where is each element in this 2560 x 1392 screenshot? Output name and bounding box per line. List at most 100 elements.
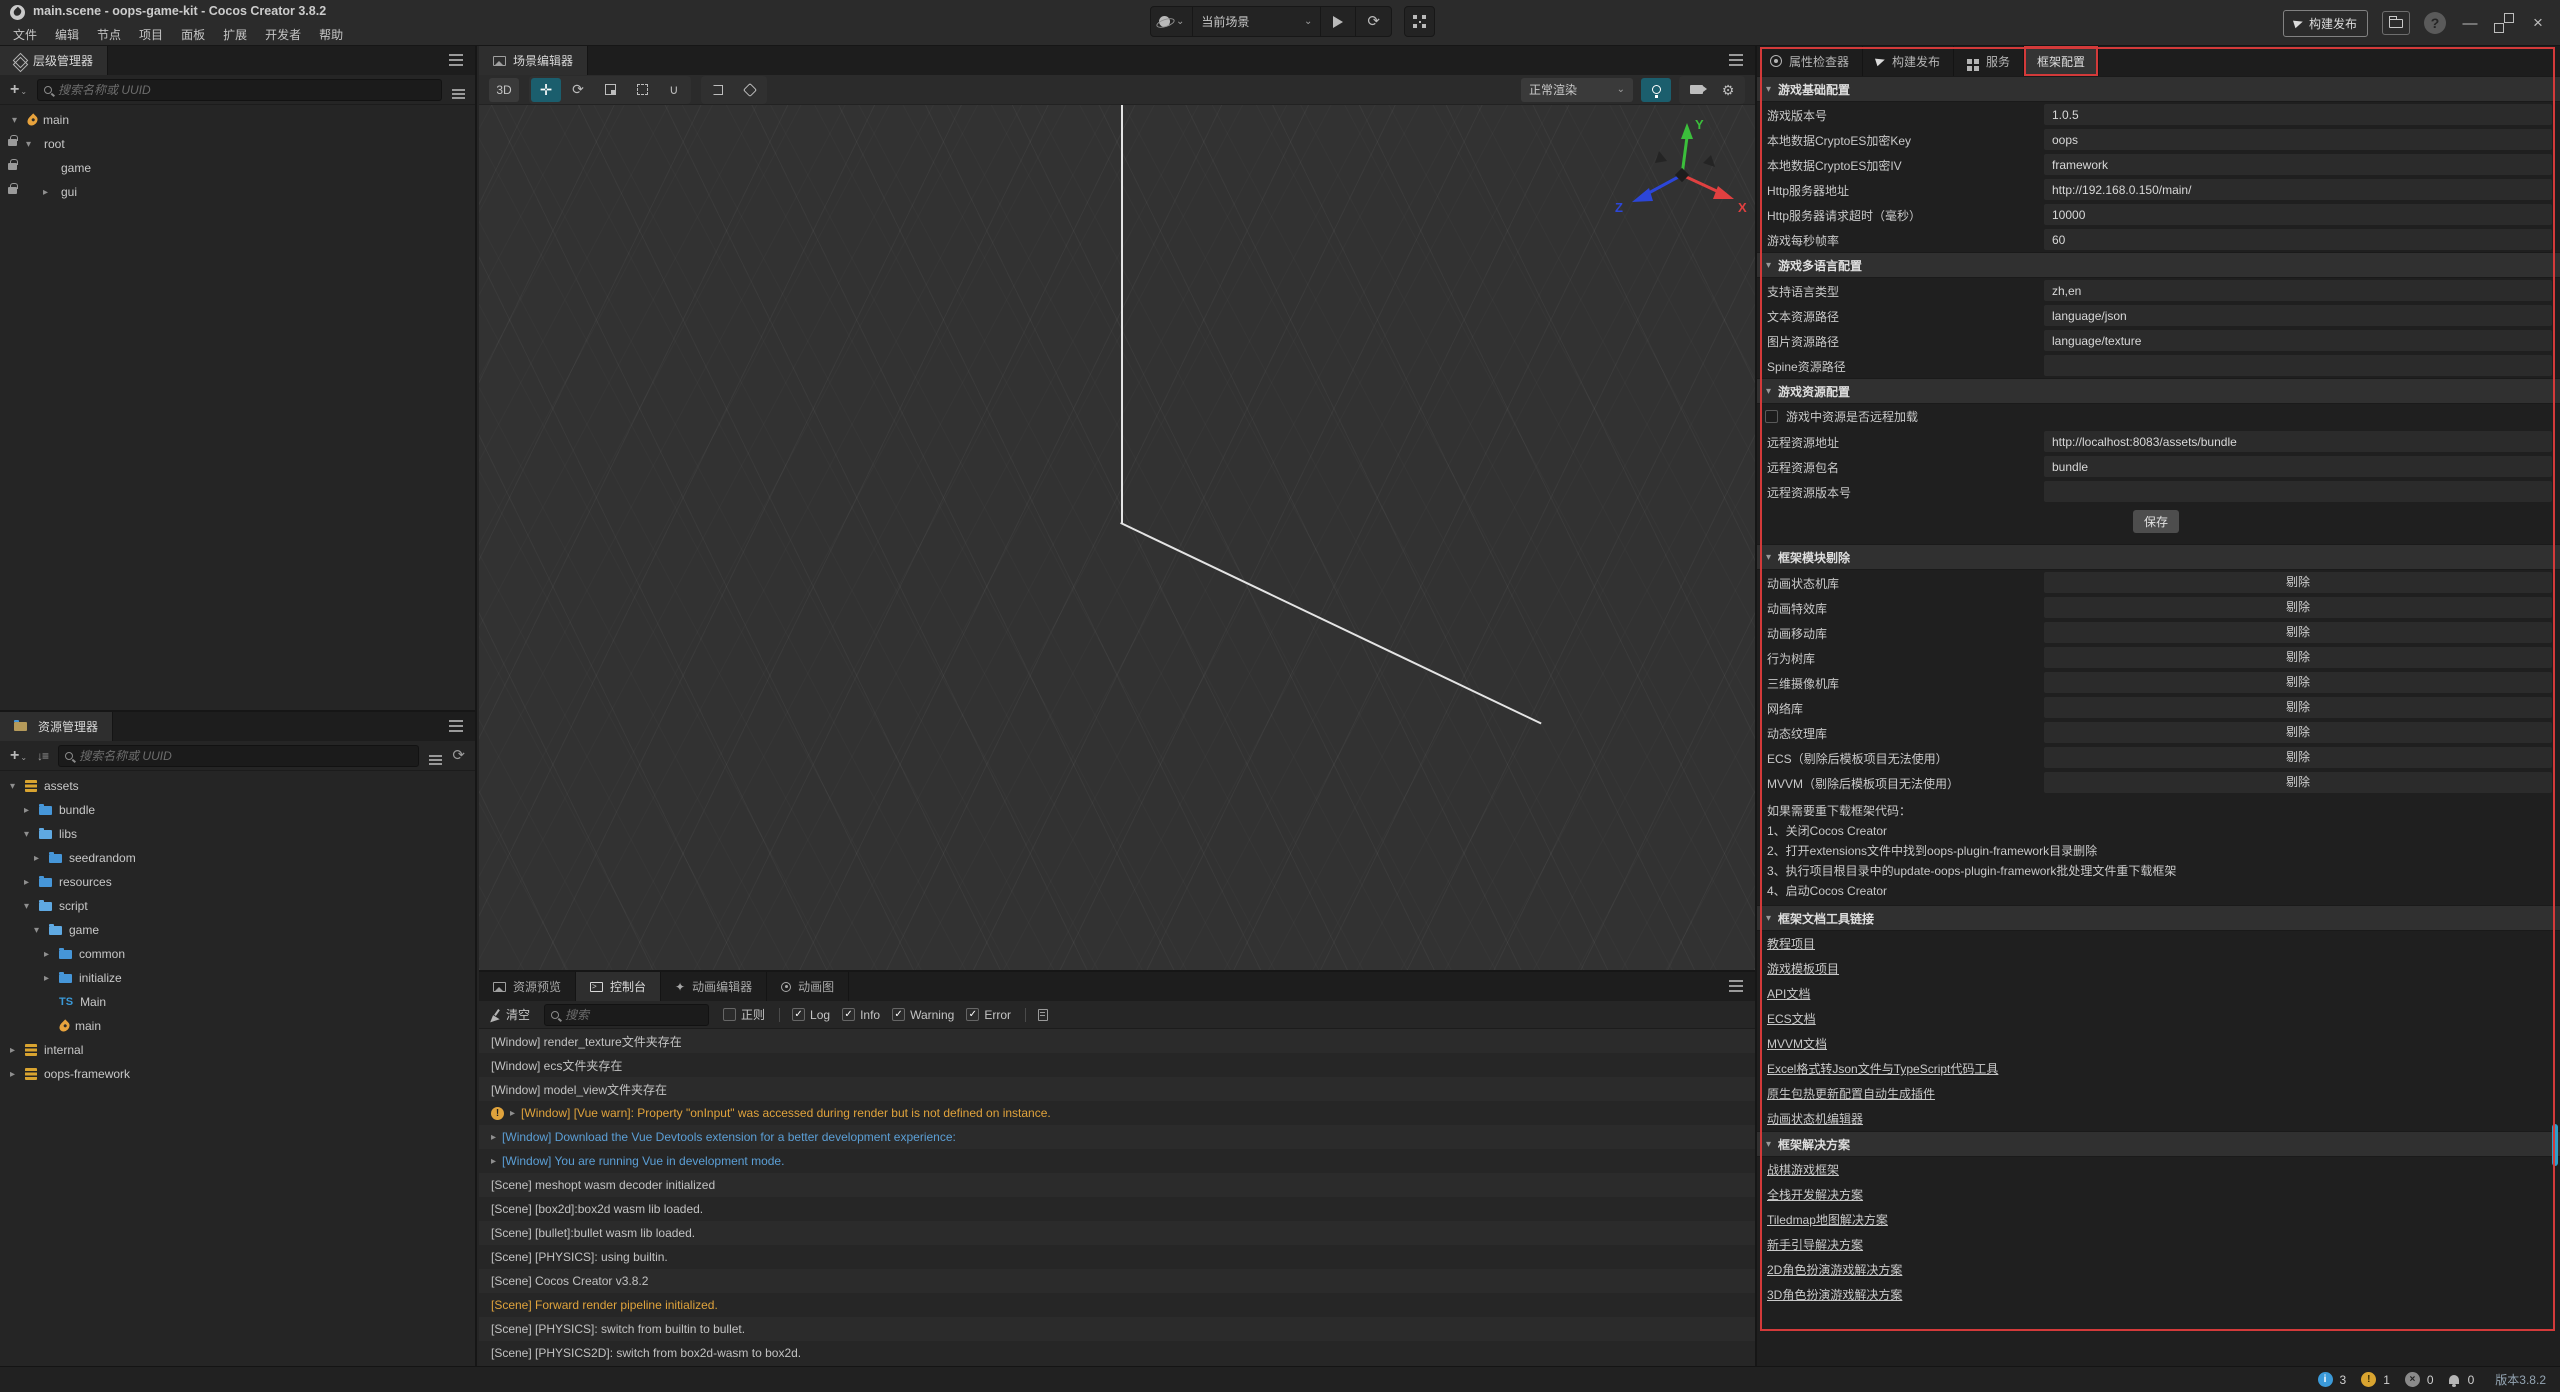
- tree-closed-arrow-icon[interactable]: ▸: [24, 805, 39, 816]
- field-input[interactable]: [2044, 129, 2552, 150]
- log-file-icon[interactable]: [1038, 1009, 1048, 1021]
- asset-node-common[interactable]: ▸common: [0, 942, 475, 966]
- regex-checkbox[interactable]: 正则: [723, 1006, 765, 1023]
- notification-bell-icon[interactable]: [2449, 1375, 2459, 1384]
- asset-node-script[interactable]: ▾script: [0, 894, 475, 918]
- log-row-6[interactable]: [Scene] meshopt wasm decoder initialized: [479, 1173, 1755, 1197]
- scrollbar-thumb[interactable]: [2552, 1124, 2558, 1166]
- field-input[interactable]: [2044, 330, 2552, 351]
- log-row-8[interactable]: [Scene] [bullet]:bullet wasm lib loaded.: [479, 1221, 1755, 1245]
- scene-viewport[interactable]: Y X Z: [479, 105, 1755, 970]
- assets-search-input[interactable]: [79, 749, 412, 763]
- log-row-1[interactable]: [Window] ecs文件夹存在: [479, 1053, 1755, 1077]
- console-panel-menu-icon[interactable]: [1729, 985, 1743, 987]
- console-search[interactable]: [544, 1004, 709, 1026]
- field-input[interactable]: [2044, 456, 2552, 477]
- doc-link[interactable]: 原生包热更新配置自动生成插件: [1767, 1085, 1935, 1102]
- sort-assets-icon[interactable]: ↓≡: [37, 749, 48, 763]
- remove-module-button[interactable]: 剔除: [2044, 772, 2552, 793]
- log-row-7[interactable]: [Scene] [box2d]:box2d wasm lib loaded.: [479, 1197, 1755, 1221]
- tree-closed-arrow-icon[interactable]: ▸: [24, 877, 39, 888]
- render-mode-select[interactable]: 正常渲染 ⌄: [1521, 78, 1633, 102]
- hierarchy-node-game[interactable]: game: [0, 156, 475, 180]
- collapse-arrow-icon[interactable]: ▾: [1766, 913, 1771, 924]
- inspector-tab-0[interactable]: 属性检查器: [1757, 46, 1863, 76]
- expand-arrow-icon[interactable]: ▸: [510, 1108, 515, 1119]
- assets-panel-menu-icon[interactable]: [449, 725, 463, 727]
- mode-3d-button[interactable]: 3D: [489, 78, 519, 102]
- expand-arrow-icon[interactable]: ▸: [491, 1132, 496, 1143]
- field-input[interactable]: [2044, 355, 2552, 376]
- tree-closed-arrow-icon[interactable]: ▸: [34, 853, 49, 864]
- field-input[interactable]: [2044, 154, 2552, 175]
- section-header-5[interactable]: ▾框架解决方案: [1757, 1131, 2560, 1157]
- save-button[interactable]: 保存: [2133, 510, 2179, 533]
- expand-arrow-icon[interactable]: ▸: [491, 1156, 496, 1167]
- asset-node-bundle[interactable]: ▸bundle: [0, 798, 475, 822]
- log-row-3[interactable]: !▸[Window] [Vue warn]: Property "onInput…: [479, 1101, 1755, 1125]
- coordinate-button[interactable]: [735, 78, 765, 102]
- doc-link[interactable]: 动画状态机编辑器: [1767, 1110, 1863, 1127]
- tab-assets[interactable]: 资源管理器: [0, 712, 113, 741]
- doc-link[interactable]: Excel格式转Json文件与TypeScript代码工具: [1767, 1060, 1998, 1077]
- log-row-12[interactable]: [Scene] [PHYSICS]: switch from builtin t…: [479, 1317, 1755, 1341]
- play-button[interactable]: [1321, 7, 1356, 36]
- tree-closed-arrow-icon[interactable]: ▸: [44, 949, 59, 960]
- tree-closed-arrow-icon[interactable]: ▸: [44, 973, 59, 984]
- menubar-item-6[interactable]: 开发者: [256, 24, 310, 46]
- asset-node-assets[interactable]: ▾assets: [0, 774, 475, 798]
- section-header-0[interactable]: ▾游戏基础配置: [1757, 76, 2560, 102]
- remove-module-button[interactable]: 剔除: [2044, 597, 2552, 618]
- collapse-arrow-icon[interactable]: ▾: [1766, 260, 1771, 271]
- filter-info-checkbox[interactable]: ✓Info: [842, 1008, 880, 1022]
- help-button[interactable]: ?: [2424, 12, 2446, 34]
- preview-qr-button[interactable]: [1404, 6, 1435, 37]
- pivot-button[interactable]: [703, 78, 733, 102]
- section-header-3[interactable]: ▾框架模块剔除: [1757, 544, 2560, 570]
- checkbox-row-2-0[interactable]: 游戏中资源是否远程加载: [1757, 404, 2560, 429]
- clear-console-button[interactable]: 清空: [489, 1006, 530, 1023]
- asset-node-main[interactable]: Main: [0, 990, 475, 1014]
- hierarchy-node-root[interactable]: ▾root: [0, 132, 475, 156]
- field-input[interactable]: [2044, 481, 2552, 502]
- reload-button[interactable]: ⟳: [1356, 7, 1391, 36]
- doc-link[interactable]: 教程项目: [1767, 935, 1815, 952]
- tab-hierarchy[interactable]: 层级管理器: [0, 46, 108, 75]
- collapse-arrow-icon[interactable]: ▾: [1766, 552, 1771, 563]
- console-tab-2[interactable]: ✦动画编辑器: [661, 972, 767, 1001]
- hierarchy-panel-menu-icon[interactable]: [449, 59, 463, 61]
- doc-link[interactable]: MVVM文档: [1767, 1035, 1827, 1052]
- hierarchy-search-input[interactable]: [58, 83, 435, 97]
- refresh-assets-icon[interactable]: ⟳: [452, 748, 465, 763]
- asset-node-internal[interactable]: ▸internal: [0, 1038, 475, 1062]
- console-tab-3[interactable]: 动画图: [767, 972, 849, 1001]
- menubar-item-5[interactable]: 扩展: [214, 24, 256, 46]
- assets-filter-icon[interactable]: [429, 755, 442, 757]
- remove-module-button[interactable]: 剔除: [2044, 722, 2552, 743]
- section-header-2[interactable]: ▾游戏资源配置: [1757, 378, 2560, 404]
- menubar-item-2[interactable]: 节点: [88, 24, 130, 46]
- section-header-1[interactable]: ▾游戏多语言配置: [1757, 252, 2560, 278]
- hierarchy-node-main[interactable]: ▾main: [0, 108, 475, 132]
- console-search-input[interactable]: [565, 1008, 702, 1022]
- gizmo-tool-button[interactable]: ∪: [659, 78, 689, 102]
- hierarchy-node-gui[interactable]: ▸gui: [0, 180, 475, 204]
- filter-log-checkbox[interactable]: ✓Log: [792, 1008, 830, 1022]
- tree-open-arrow-icon[interactable]: ▾: [10, 781, 25, 792]
- minimize-button[interactable]: —: [2460, 15, 2480, 32]
- field-input[interactable]: [2044, 431, 2552, 452]
- tree-closed-arrow-icon[interactable]: ▸: [10, 1045, 25, 1056]
- doc-link[interactable]: ECS文档: [1767, 1010, 1816, 1027]
- tree-open-arrow-icon[interactable]: ▾: [24, 901, 39, 912]
- scene-panel-menu-icon[interactable]: [1729, 59, 1743, 61]
- doc-link[interactable]: 3D角色扮演游戏解决方案: [1767, 1286, 1902, 1303]
- remove-module-button[interactable]: 剔除: [2044, 672, 2552, 693]
- lighting-toggle-button[interactable]: [1641, 78, 1671, 102]
- tree-closed-arrow-icon[interactable]: ▸: [10, 1069, 25, 1080]
- open-project-folder-button[interactable]: [2382, 11, 2410, 35]
- log-row-4[interactable]: ▸[Window] Download the Vue Devtools exte…: [479, 1125, 1755, 1149]
- inspector-tab-3[interactable]: 框架配置: [2024, 46, 2099, 76]
- rect-tool-button[interactable]: [627, 78, 657, 102]
- hierarchy-search[interactable]: [37, 79, 442, 101]
- tree-open-arrow-icon[interactable]: ▾: [24, 829, 39, 840]
